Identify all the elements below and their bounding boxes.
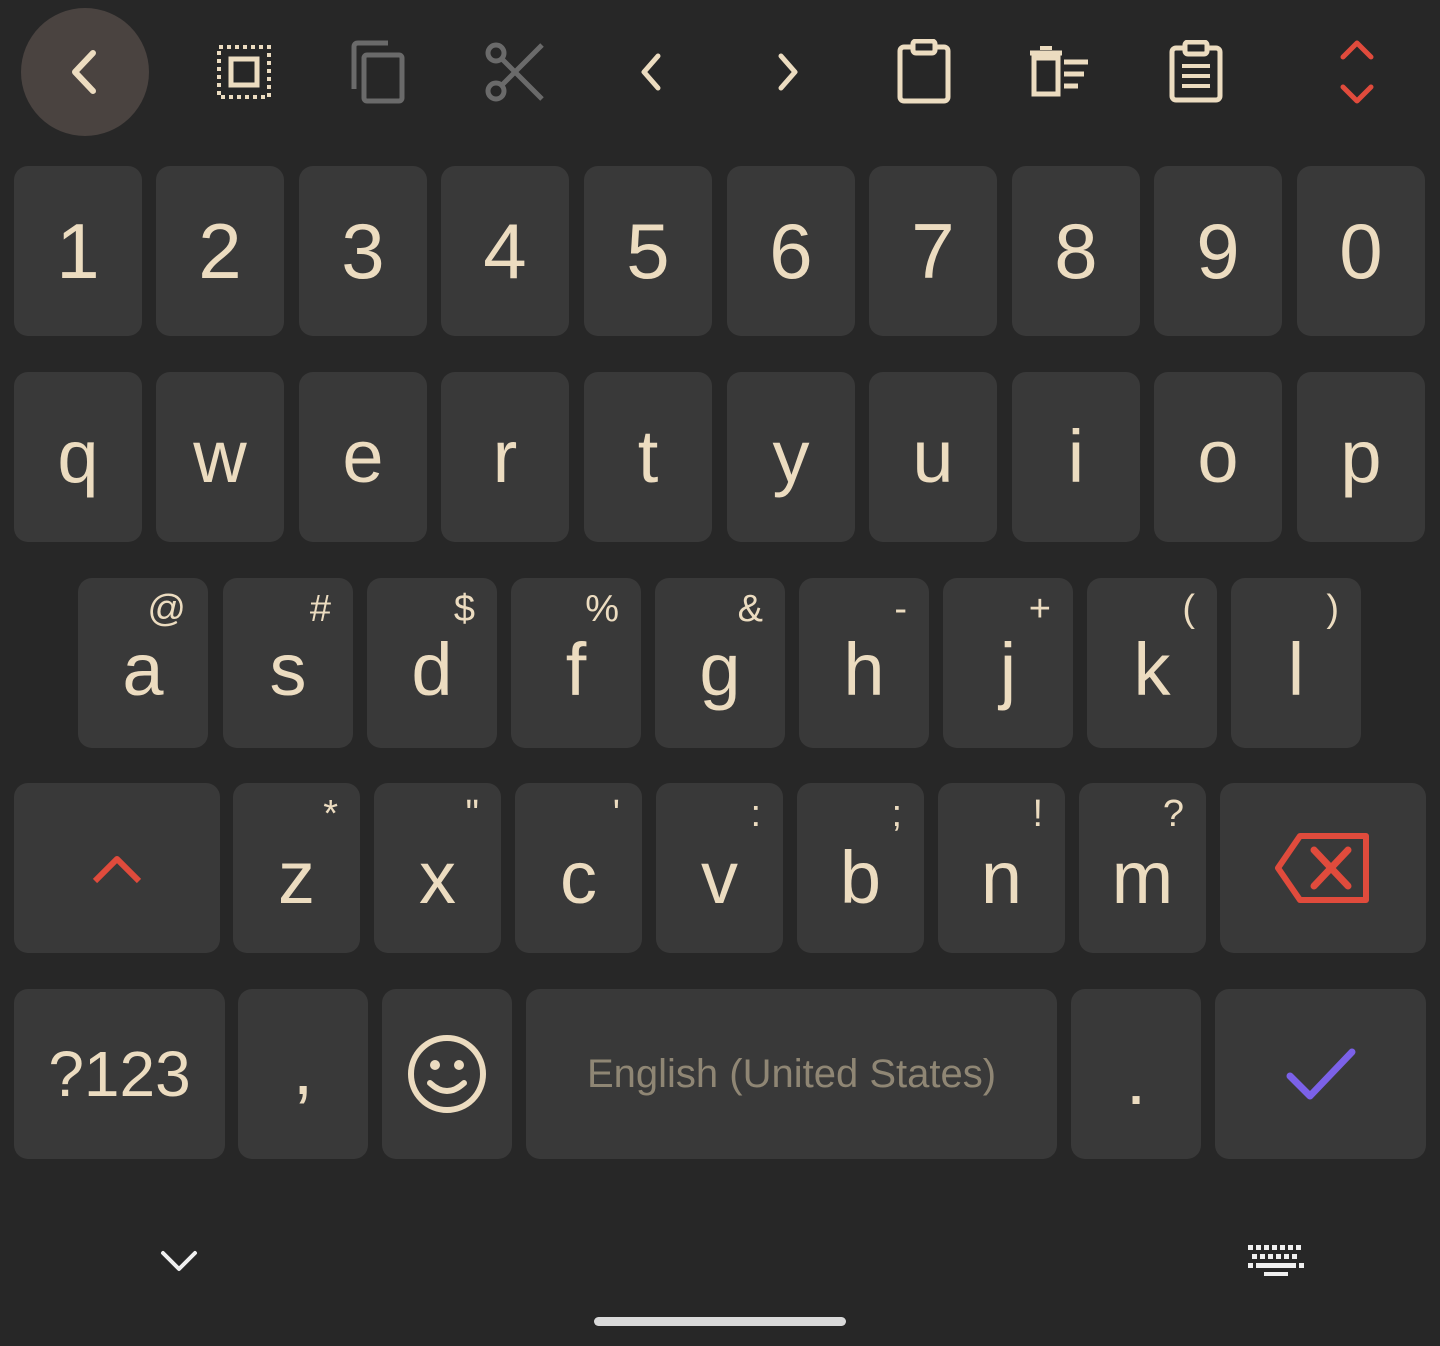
cut-icon: [485, 42, 544, 102]
clipboard-history-button[interactable]: [1132, 8, 1260, 136]
space-key[interactable]: English (United States): [526, 989, 1057, 1159]
symbols-key[interactable]: ?123: [14, 989, 225, 1159]
clipboard-history-icon: [1169, 40, 1223, 103]
key-7[interactable]: 7: [869, 166, 997, 336]
select-all-button[interactable]: [180, 8, 308, 136]
key-b[interactable]: ; b: [797, 783, 924, 953]
key-k[interactable]: (k: [1087, 578, 1217, 748]
key-0[interactable]: 0: [1297, 166, 1425, 336]
cursor-left-icon: [641, 53, 661, 91]
key-9[interactable]: 9: [1154, 166, 1282, 336]
shift-key[interactable]: [14, 783, 220, 953]
backspace-key[interactable]: [1220, 783, 1426, 953]
key-3[interactable]: 3: [299, 166, 427, 336]
key-n[interactable]: ! n: [938, 783, 1065, 953]
enter-key[interactable]: [1215, 989, 1426, 1159]
key-a[interactable]: @ a: [78, 578, 208, 748]
clear-clipboard-icon: [1030, 46, 1088, 97]
select-all-icon: [217, 45, 271, 99]
checkmark-icon: [1286, 1048, 1355, 1100]
switch-keyboard-button[interactable]: [1244, 1240, 1308, 1282]
key-x[interactable]: " x: [374, 783, 501, 953]
key-t[interactable]: t: [584, 372, 712, 542]
key-i[interactable]: i: [1012, 372, 1140, 542]
comma-key[interactable]: ,: [238, 989, 368, 1159]
cursor-right-icon: [778, 53, 798, 91]
key-2[interactable]: 2: [156, 166, 284, 336]
period-key[interactable]: .: [1071, 989, 1201, 1159]
key-o[interactable]: o: [1154, 372, 1282, 542]
key-g[interactable]: & g: [655, 578, 785, 748]
key-m[interactable]: ? m: [1079, 783, 1206, 953]
key-h[interactable]: -h: [799, 578, 929, 748]
copy-icon: [351, 40, 405, 104]
key-v[interactable]: :v: [656, 783, 783, 953]
key-y[interactable]: y: [727, 372, 855, 542]
key-r[interactable]: r: [441, 372, 569, 542]
key-8[interactable]: 8: [1012, 166, 1140, 336]
key-1[interactable]: 1: [14, 166, 142, 336]
paste-icon: [897, 39, 951, 104]
key-d[interactable]: $ d: [367, 578, 497, 748]
backspace-icon: [1275, 833, 1369, 903]
key-j[interactable]: + j: [943, 578, 1073, 748]
key-4[interactable]: 4: [441, 166, 569, 336]
key-e[interactable]: e: [299, 372, 427, 542]
emoji-key[interactable]: [382, 989, 512, 1159]
copy-button[interactable]: [314, 8, 442, 136]
key-c[interactable]: ' c: [515, 783, 642, 953]
home-indicator[interactable]: [594, 1317, 846, 1326]
key-z[interactable]: * z: [233, 783, 360, 953]
chevron-down-icon: [161, 1251, 197, 1271]
key-s[interactable]: # s: [223, 578, 353, 748]
key-p[interactable]: p: [1297, 372, 1425, 542]
keyboard-icon: [1248, 1245, 1304, 1276]
key-6[interactable]: 6: [727, 166, 855, 336]
clear-clipboard-button[interactable]: [996, 8, 1124, 136]
key-l[interactable]: ) l: [1231, 578, 1361, 748]
cut-button[interactable]: [451, 8, 579, 136]
back-button[interactable]: [21, 8, 149, 136]
chevron-up-icon: [92, 856, 142, 884]
key-u[interactable]: u: [869, 372, 997, 542]
paste-button[interactable]: [860, 8, 988, 136]
key-q[interactable]: q: [14, 372, 142, 542]
back-icon: [72, 50, 96, 94]
key-w[interactable]: w: [156, 372, 284, 542]
key-5[interactable]: 5: [584, 166, 712, 336]
cursor-right-button[interactable]: [724, 8, 852, 136]
expand-collapse-icon: [1340, 40, 1374, 104]
keyboard-toolbar: [0, 0, 1440, 150]
cursor-left-button[interactable]: [587, 8, 715, 136]
key-f[interactable]: % f: [511, 578, 641, 748]
hide-keyboard-button[interactable]: [150, 1236, 208, 1286]
expand-collapse-button[interactable]: [1293, 8, 1421, 136]
smiley-icon: [408, 1035, 486, 1113]
